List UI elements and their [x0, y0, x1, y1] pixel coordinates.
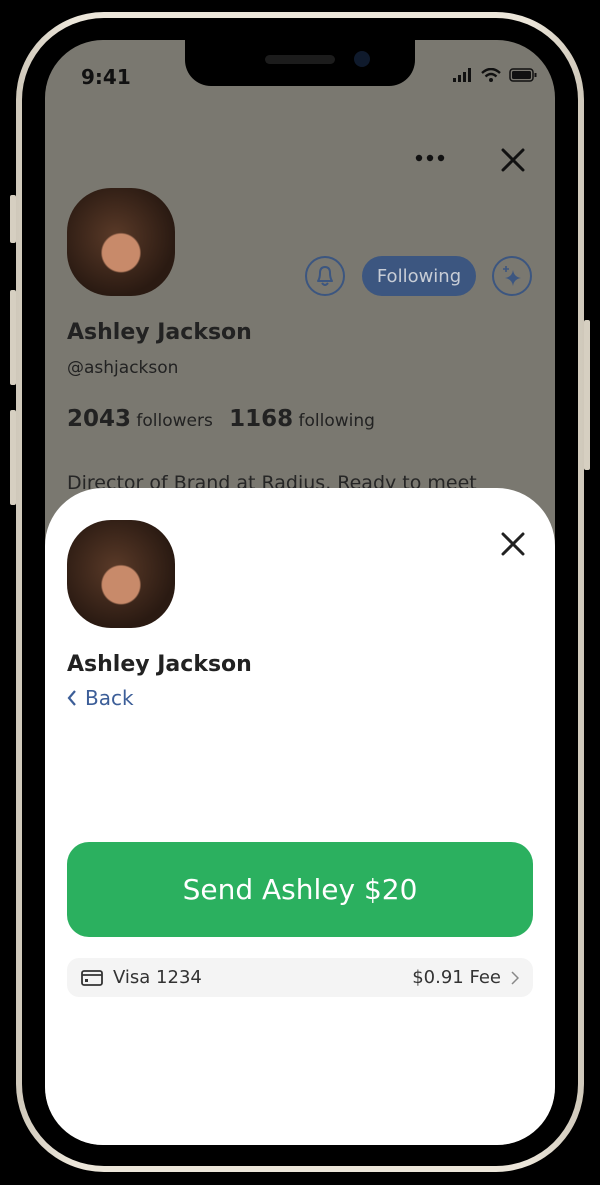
following-count: 1168 [229, 406, 294, 432]
sparkle-icon [503, 266, 521, 286]
sheet-avatar [67, 520, 175, 628]
sparkle-button[interactable] [492, 256, 532, 296]
following-button[interactable]: Following [362, 256, 476, 296]
profile-stats: 2043 followers 1168 following [67, 406, 375, 432]
status-time: 9:41 [81, 65, 131, 89]
notify-button[interactable] [305, 256, 345, 296]
volume-down-button [10, 410, 16, 505]
send-money-sheet: Ashley Jackson Back Send Ashley $20 Visa… [45, 488, 555, 1145]
profile-name: Ashley Jackson [67, 320, 252, 345]
payment-method-row[interactable]: Visa 1234 $0.91 Fee [67, 958, 533, 997]
back-button[interactable]: Back [67, 686, 134, 710]
bell-icon [317, 266, 333, 286]
followers-label[interactable]: followers [136, 411, 212, 431]
send-button[interactable]: Send Ashley $20 [67, 842, 533, 937]
battery-icon [509, 68, 537, 82]
more-icon[interactable] [415, 154, 445, 162]
avatar [67, 188, 175, 296]
following-label[interactable]: following [299, 411, 375, 431]
followers-count: 2043 [67, 406, 132, 432]
volume-up-button [10, 290, 16, 385]
back-label: Back [85, 686, 134, 710]
fee: $0.91 Fee [412, 967, 501, 988]
sheet-close-icon[interactable] [501, 532, 525, 556]
signal-icon [453, 68, 471, 82]
notch [185, 40, 415, 86]
status-icons [453, 68, 537, 82]
payment-method: Visa 1234 [113, 967, 202, 988]
chevron-right-icon [511, 970, 519, 985]
power-button [584, 320, 590, 470]
screen: 9:41 Following Ashley Jackson @ashjackso… [45, 40, 555, 1145]
wifi-icon [481, 68, 501, 82]
close-icon[interactable] [501, 148, 525, 172]
sheet-name: Ashley Jackson [67, 652, 252, 677]
chevron-left-icon [67, 690, 76, 706]
profile-handle: @ashjackson [67, 358, 179, 378]
side-button [10, 195, 16, 243]
credit-card-icon [81, 969, 103, 986]
